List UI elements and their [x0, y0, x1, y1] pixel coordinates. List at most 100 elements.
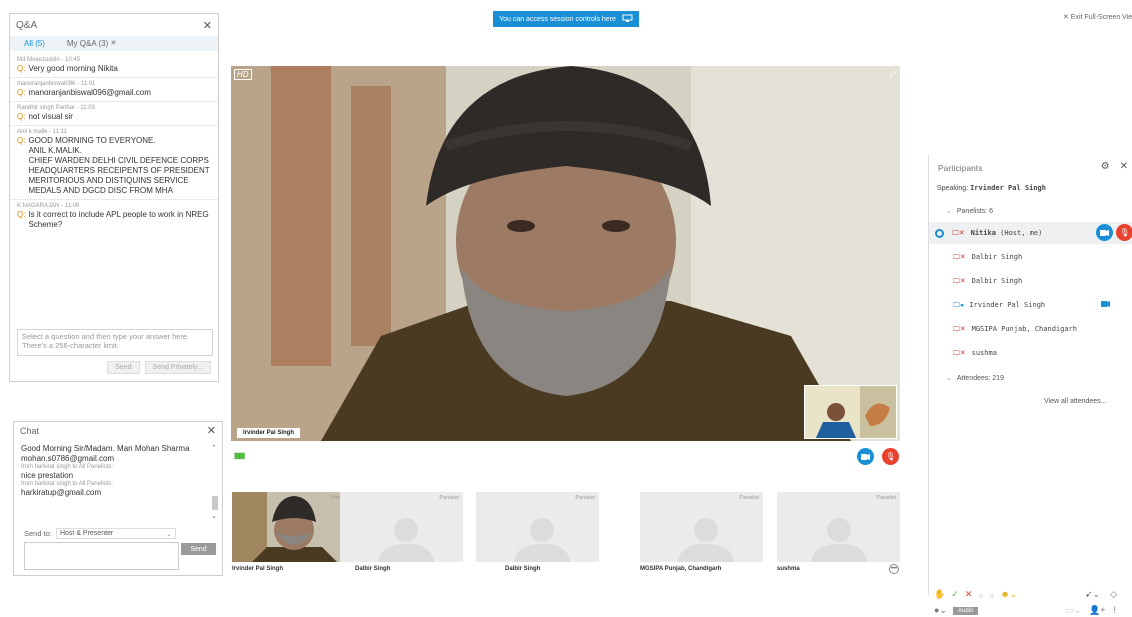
- chat-title: Chat: [20, 425, 40, 436]
- list-item[interactable]: Randhir singh Parihar - 11:03 Q: not visu…: [10, 102, 218, 126]
- alert-icon[interactable]: !: [1114, 605, 1117, 616]
- panelists-count: Panelists: 6: [956, 208, 994, 215]
- session-controls-icon: [622, 14, 633, 25]
- avatar-placeholder-icon: [378, 518, 434, 562]
- expand-icon[interactable]: ⤢: [890, 70, 896, 80]
- list-item[interactable]: Anil k malik - 11:11 Q: GOOD MORNING TO E…: [10, 126, 218, 200]
- speaker-video-frame: [231, 66, 900, 441]
- participant-row[interactable]: 🖵✕ Nitika (Host, me) 🎙: [929, 222, 1132, 244]
- computer-audio-speaking-icon: 🖵◂: [953, 300, 964, 309]
- participant-thumbnail[interactable]: Panelist: [476, 492, 599, 562]
- video-camera-icon: [1100, 229, 1109, 236]
- raise-hand-icon[interactable]: ✋: [934, 589, 945, 600]
- question-meta: Anil k malik - 11:11: [17, 129, 67, 135]
- question-meta: Randhir singh Parihar - 11:03: [17, 105, 95, 111]
- chat-messages: Good Morning Sir/Madam. Man Mohan Sharma…: [21, 444, 211, 524]
- chat-scrollbar[interactable]: ⌃ ⌄: [211, 444, 219, 520]
- qa-header: Q&A ✕: [10, 14, 218, 36]
- more-tools: ▭⌄ 👤+ !: [1065, 605, 1116, 616]
- tab-all[interactable]: All (5): [24, 39, 45, 48]
- microphone-muted-icon: 🎙: [1119, 228, 1130, 237]
- participant-row[interactable]: 🖵✕ MGSIPA Punjab, Chandigarh: [929, 318, 1132, 340]
- chat-input[interactable]: [24, 542, 179, 570]
- send-to-select[interactable]: Host & Presenter ⌄: [55, 528, 176, 539]
- screen-share-icon[interactable]: ▭⌄: [1065, 605, 1081, 616]
- eraser-icon[interactable]: ◇: [1110, 589, 1117, 600]
- session-controls-banner[interactable]: You can access session controls here: [493, 11, 639, 27]
- audio-button[interactable]: Audio: [952, 606, 979, 615]
- add-participant-icon[interactable]: 👤+: [1089, 605, 1105, 616]
- pointer-icon[interactable]: ➹⌄: [1085, 589, 1100, 600]
- attendees-group[interactable]: ⌄ Attendees: 219: [946, 374, 1004, 382]
- send-privately-button[interactable]: Send Privately...: [144, 361, 211, 374]
- tab-my-qa[interactable]: My Q&A (3) ✕: [67, 39, 116, 48]
- checkmark-icon[interactable]: ✓: [951, 589, 959, 600]
- participant-suffix: (Host, me): [1000, 229, 1043, 237]
- chevron-down-icon[interactable]: ⌄: [211, 512, 217, 520]
- participant-row[interactable]: 🖵✕ sushma: [929, 342, 1132, 364]
- speaking-label: Speaking:: [937, 185, 969, 192]
- video-camera-button[interactable]: [1096, 224, 1113, 241]
- emoticon-icon[interactable]: ☻⌄: [1000, 589, 1017, 600]
- more-options-icon[interactable]: •••: [889, 564, 899, 574]
- gear-icon[interactable]: ⚙: [1101, 161, 1110, 172]
- participant-thumbnail[interactable]: Panelist: [340, 492, 463, 562]
- question-meta: K.NAGARAJAN - 11:06: [17, 203, 80, 209]
- speaker-name-label: Irvinder Pal Singh: [237, 428, 301, 438]
- participant-name: Dalbir Singh: [971, 277, 1023, 285]
- exit-fullscreen-button[interactable]: ✕ Exit Full-Screen View: [1063, 13, 1132, 21]
- participant-thumbnail[interactable]: Panelist: [640, 492, 763, 562]
- participant-name: sushma: [971, 349, 997, 357]
- panelists-group[interactable]: ⌄ Panelists: 6: [946, 207, 993, 215]
- send-button[interactable]: Send: [107, 361, 140, 374]
- chevron-up-icon[interactable]: ⌃: [211, 444, 217, 452]
- computer-audio-icon: 🖵✕: [953, 324, 966, 333]
- chevron-down-icon: ⌄: [946, 375, 952, 382]
- scrollbar-thumb[interactable]: [212, 496, 218, 510]
- self-view-thumbnail[interactable]: [804, 385, 897, 439]
- video-camera-icon: [1101, 301, 1110, 309]
- participant-row[interactable]: 🖵✕ Dalbir Singh: [929, 246, 1132, 268]
- close-icon[interactable]: ✕: [1120, 161, 1128, 172]
- speaking-indicator: Speaking: Irvinder Pal Singh: [937, 184, 1046, 192]
- list-item[interactable]: manoranjanbiswal096 - 11:01 Q: manoranjan…: [10, 78, 218, 102]
- audio-level-icon: ▮▮▮: [234, 451, 245, 460]
- view-all-attendees-link[interactable]: View all attendees...: [1044, 398, 1107, 405]
- participant-row[interactable]: 🖵✕ Dalbir Singh: [929, 270, 1132, 292]
- computer-audio-icon: 🖵✕: [952, 228, 965, 237]
- send-to-label: Send to:: [24, 529, 52, 538]
- thumbnail-name: Dalbir Singh: [355, 566, 391, 572]
- chat-message: Good Morning Sir/Madam. Man Mohan Sharma: [21, 444, 190, 453]
- chevron-down-icon: ⌄: [166, 530, 172, 538]
- go-slower-icon[interactable]: «: [989, 590, 994, 600]
- list-item[interactable]: Md Moeezuddin - 10:45 Q: Very good mornin…: [10, 54, 218, 78]
- thumbnail-video: [232, 492, 355, 562]
- close-icon[interactable]: ✕: [203, 19, 212, 32]
- participant-thumbnail[interactable]: Panelist: [777, 492, 900, 562]
- list-item[interactable]: K.NAGARAJAN - 11:06 Q: Is it correct to i…: [10, 200, 218, 233]
- mute-button[interactable]: 🎙: [882, 448, 899, 465]
- thumbnail-name: sushma: [777, 566, 800, 572]
- question-marker: Q:: [17, 210, 26, 219]
- x-mark-icon[interactable]: ✕: [965, 589, 973, 600]
- close-icon[interactable]: ✕: [110, 40, 116, 47]
- chat-send-button[interactable]: Send: [181, 543, 216, 555]
- speaking-name: Irvinder Pal Singh: [970, 184, 1046, 192]
- video-camera-button[interactable]: [857, 448, 874, 465]
- close-icon[interactable]: ✕: [207, 424, 216, 437]
- banner-text: You can access session controls here: [499, 15, 616, 23]
- mute-button[interactable]: 🎙: [1116, 224, 1132, 241]
- thumbnail-name: Dalbir Singh: [505, 566, 541, 572]
- go-faster-icon[interactable]: »: [978, 590, 983, 600]
- audio-options-icon[interactable]: ●⌄: [934, 605, 947, 616]
- tab-my-qa-label: My Q&A (3): [66, 39, 109, 48]
- participant-thumbnail[interactable]: Panelist: [232, 492, 355, 562]
- avatar-placeholder-icon: [514, 518, 570, 562]
- question-text: not visual sir: [28, 112, 73, 121]
- answer-input[interactable]: Select a question and then type your ans…: [17, 329, 213, 356]
- participant-row[interactable]: 🖵◂ Irvinder Pal Singh: [929, 294, 1132, 316]
- participant-role: Panelist: [439, 495, 459, 501]
- participants-title: Participants: [938, 163, 983, 173]
- participant-role: Panelist: [575, 495, 595, 501]
- participant-name: Dalbir Singh: [971, 253, 1023, 261]
